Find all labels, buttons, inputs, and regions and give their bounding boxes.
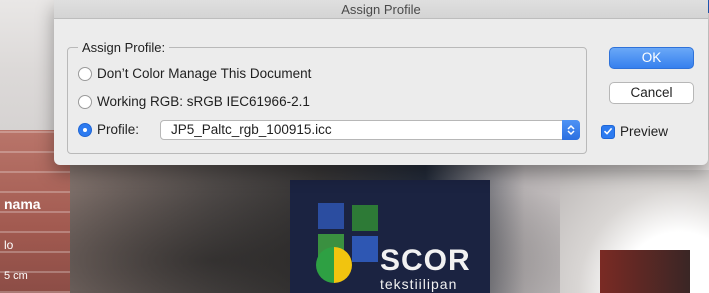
page-curl-shadow: [600, 250, 690, 293]
ok-button[interactable]: OK: [609, 47, 694, 69]
poster-blue-square: [318, 203, 344, 229]
preview-checkbox-row[interactable]: Preview: [601, 124, 668, 139]
option-dont-color-manage[interactable]: Don’t Color Manage This Document: [78, 66, 311, 81]
poster-green-square: [352, 205, 378, 231]
profile-select-value: JP5_Paltc_rgb_100915.icc: [171, 122, 332, 137]
option-label: Profile:: [97, 122, 140, 137]
preview-label: Preview: [620, 124, 669, 139]
poster-text-brand: SCOR: [380, 244, 471, 277]
radio-button[interactable]: [78, 94, 92, 109]
option-label: Working RGB: sRGB IEC61966-2.1: [97, 94, 310, 109]
checkmark-icon[interactable]: [601, 124, 615, 139]
poster-text-sub: tekstiilipan: [380, 276, 458, 292]
edge-text: 5 cm: [4, 270, 28, 282]
option-label: Don’t Color Manage This Document: [97, 66, 312, 81]
edge-text: lo: [4, 238, 14, 252]
radio-button-selected[interactable]: [78, 122, 92, 137]
assign-profile-dialog: Assign Profile Assign Profile: Don’t Col…: [54, 0, 708, 165]
poster-blue-square: [352, 236, 378, 262]
chevron-up-down-icon[interactable]: [562, 120, 580, 140]
edge-text: nama: [4, 196, 41, 212]
dialog-title: Assign Profile: [341, 2, 421, 17]
profile-select[interactable]: JP5_Paltc_rgb_100915.icc: [160, 120, 580, 140]
dialog-titlebar[interactable]: Assign Profile: [54, 0, 708, 19]
radio-button[interactable]: [78, 66, 92, 81]
option-working-rgb[interactable]: Working RGB: sRGB IEC61966-2.1: [78, 94, 310, 109]
option-profile[interactable]: Profile:: [78, 122, 139, 137]
poster-logo-icon: [316, 247, 352, 283]
cancel-button[interactable]: Cancel: [609, 82, 694, 104]
group-label: Assign Profile:: [78, 40, 170, 55]
